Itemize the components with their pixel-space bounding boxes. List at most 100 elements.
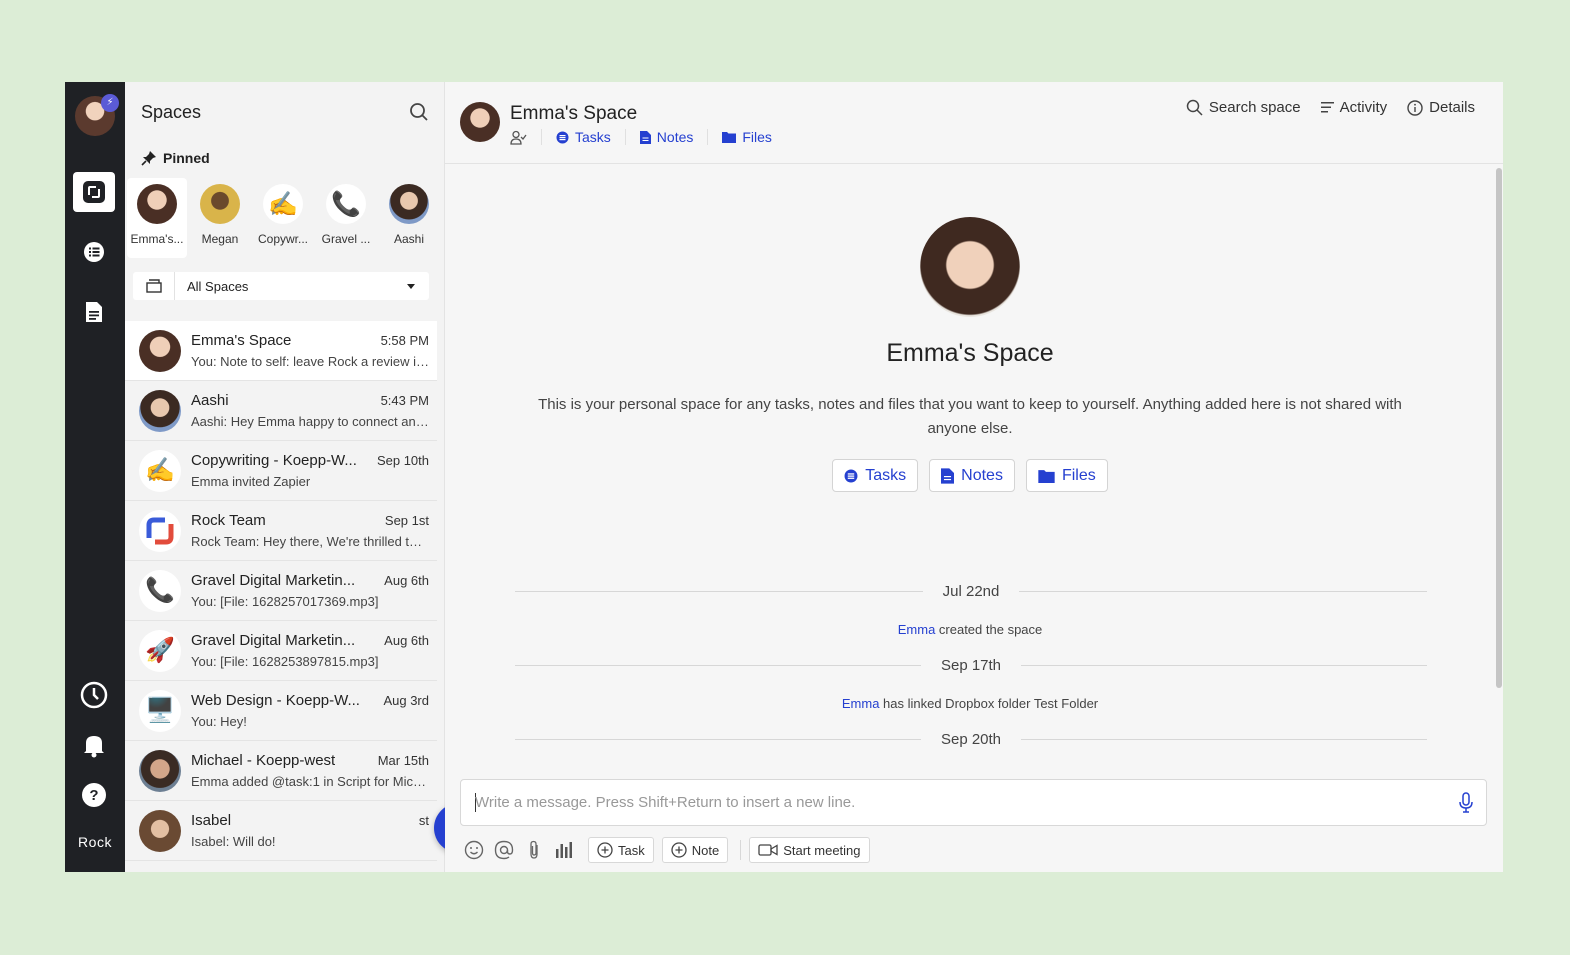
pinned-item[interactable]: Emma's... xyxy=(127,178,187,258)
files-button[interactable]: Files xyxy=(1025,459,1108,492)
details-button[interactable]: Details xyxy=(1407,99,1475,116)
header-notes-link[interactable]: Notes xyxy=(624,129,708,145)
pin-icon xyxy=(141,151,156,166)
emoji-icon[interactable] xyxy=(460,837,488,863)
pinned-item[interactable]: Megan xyxy=(190,178,250,258)
header-files-link[interactable]: Files xyxy=(707,129,786,145)
spaces-filter-select[interactable]: All Spaces xyxy=(133,272,429,300)
tasks-button[interactable]: Tasks xyxy=(832,459,919,492)
main-scrollbar[interactable] xyxy=(1496,168,1502,688)
notes-icon xyxy=(941,467,955,484)
pinned-item[interactable]: ✍️ Copywr... xyxy=(253,178,313,258)
spaces-nav-button[interactable] xyxy=(73,172,115,212)
spaces-sidebar: Spaces Pinned Emma's... Megan ✍️ Copywr.… xyxy=(125,82,503,872)
search-space-button[interactable]: Search space xyxy=(1186,99,1301,116)
timeline-event: Emma created the space xyxy=(445,622,1495,637)
writing-hand-icon: ✍️ xyxy=(139,449,181,492)
list-item[interactable]: Isabel st Isabel: Will do! xyxy=(125,801,437,861)
user-link[interactable]: Emma xyxy=(842,696,880,711)
pinned-heading: Pinned xyxy=(141,150,210,166)
notes-nav-button[interactable] xyxy=(73,292,115,332)
space-name: Michael - Koepp-west xyxy=(191,752,336,769)
avatar xyxy=(139,329,181,372)
space-main: Emma's Space Tasks Notes Files Search sp… xyxy=(445,82,1503,872)
event-text: has linked Dropbox folder Test Folder xyxy=(879,696,1099,711)
members-button[interactable] xyxy=(510,130,541,145)
event-text: created the space xyxy=(935,622,1043,637)
space-header: Emma's Space Tasks Notes Files Search sp… xyxy=(445,82,1503,164)
phone-icon: 📞 xyxy=(139,569,181,612)
space-preview: You: [File: 1628257017369.mp3] xyxy=(191,594,379,609)
notifications-nav-button[interactable] xyxy=(73,725,115,765)
app-window: ⚡ ? Rock Spaces Pinned Emma's... Megan ✍… xyxy=(65,82,1503,872)
list-item[interactable]: Emma's Space 5:58 PM You: Note to self: l… xyxy=(125,321,437,381)
tasks-icon xyxy=(556,131,569,143)
list-item[interactable]: 🖥️ Web Design - Koepp-W... Aug 3rd You: H… xyxy=(125,681,437,741)
add-task-button[interactable]: Task xyxy=(588,837,654,863)
space-time: 5:43 PM xyxy=(380,393,429,408)
space-time: Sep 1st xyxy=(384,513,429,528)
space-preview: Emma invited Zapier xyxy=(191,474,311,489)
nav-rail: ⚡ ? Rock xyxy=(65,82,125,872)
tasks-nav-button[interactable] xyxy=(73,232,115,272)
space-name: Gravel Digital Marketin... xyxy=(191,632,356,649)
chevron-down-icon xyxy=(407,283,415,289)
notes-button[interactable]: Notes xyxy=(929,459,1015,492)
video-camera-icon xyxy=(758,844,778,856)
list-item[interactable]: Aashi 5:43 PM Aashi: Hey Emma happy to co… xyxy=(125,381,437,441)
space-preview: You: Hey! xyxy=(191,714,247,729)
list-item[interactable]: Rock Team Sep 1st Rock Team: Hey there, W… xyxy=(125,501,437,561)
date-separator: Jul 22nd xyxy=(515,581,1427,601)
page-title: Emma's Space xyxy=(510,103,638,124)
pinned-item[interactable]: 📞 Gravel ... xyxy=(316,178,376,258)
search-icon[interactable] xyxy=(409,102,429,127)
avatar xyxy=(139,809,181,852)
start-meeting-button[interactable]: Start meeting xyxy=(749,837,870,863)
space-name: Web Design - Koepp-W... xyxy=(191,692,360,709)
avatar[interactable] xyxy=(460,102,500,142)
add-note-button[interactable]: Note xyxy=(661,837,729,863)
pinned-item-label: Megan xyxy=(201,232,239,246)
help-icon: ? xyxy=(82,783,106,807)
folder-icon xyxy=(722,132,737,143)
header-links: Tasks Notes Files xyxy=(510,129,786,145)
header-tasks-link[interactable]: Tasks xyxy=(541,129,625,145)
archive-icon[interactable] xyxy=(133,272,175,300)
toolbar-divider xyxy=(740,840,742,860)
space-preview: You: [File: 1628253897815.mp3] xyxy=(191,654,379,669)
user-link[interactable]: Emma xyxy=(898,622,936,637)
date-label: Sep 17th xyxy=(940,656,1002,674)
avatar xyxy=(139,389,181,432)
date-separator: Sep 17th xyxy=(515,655,1427,675)
tab-notes-label: Notes xyxy=(656,129,694,145)
microphone-icon[interactable] xyxy=(1458,792,1474,819)
avatar xyxy=(139,749,181,792)
list-item[interactable]: 📞 Gravel Digital Marketin... Aug 6th You:… xyxy=(125,561,437,621)
pinned-list: Emma's... Megan ✍️ Copywr... 📞 Gravel ..… xyxy=(127,178,442,258)
add-task-label: Task xyxy=(618,842,645,858)
tasks-icon xyxy=(84,242,104,262)
tasks-button-label: Tasks xyxy=(865,466,907,484)
svg-text:?: ? xyxy=(89,787,98,804)
pinned-item[interactable]: Aashi xyxy=(379,178,439,258)
space-description: This is your personal space for any task… xyxy=(538,396,1402,437)
pinned-item-label: Gravel ... xyxy=(321,232,371,246)
attachment-icon[interactable] xyxy=(520,837,548,863)
bell-icon xyxy=(84,736,104,758)
spaces-icon xyxy=(83,181,105,203)
list-item[interactable]: 🚀 Gravel Digital Marketin... Aug 6th You:… xyxy=(125,621,437,681)
space-preview: Isabel: Will do! xyxy=(191,834,276,849)
space-time: Aug 6th xyxy=(384,633,429,648)
pinned-item-label: Emma's... xyxy=(130,232,184,246)
rocket-icon: 🚀 xyxy=(139,629,181,672)
poll-icon[interactable] xyxy=(550,837,578,863)
history-nav-button[interactable] xyxy=(73,675,115,715)
user-avatar[interactable]: ⚡ xyxy=(75,94,119,136)
activity-button[interactable]: Activity xyxy=(1320,99,1387,116)
list-item[interactable]: ✍️ Copywriting - Koepp-W... Sep 10th Emma… xyxy=(125,441,437,501)
help-nav-button[interactable]: ? xyxy=(73,775,115,815)
space-time: 5:58 PM xyxy=(380,333,429,348)
message-input[interactable]: Write a message. Press Shift+Return to i… xyxy=(460,779,1487,826)
mention-icon[interactable] xyxy=(490,837,518,863)
list-item[interactable]: Michael - Koepp-west Mar 15th Emma added … xyxy=(125,741,437,801)
